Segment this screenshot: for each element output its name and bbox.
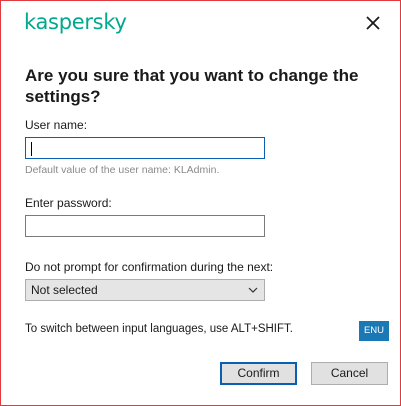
password-input[interactable]	[25, 215, 265, 237]
username-label: User name:	[25, 118, 88, 132]
confirm-button[interactable]: Confirm	[220, 362, 297, 385]
close-button[interactable]	[363, 13, 383, 33]
password-label: Enter password:	[25, 196, 112, 210]
username-hint: Default value of the user name: KLAdmin.	[25, 164, 220, 176]
username-input[interactable]	[25, 137, 265, 159]
prompt-label: Do not prompt for confirmation during th…	[25, 260, 274, 274]
cancel-button[interactable]: Cancel	[311, 362, 388, 385]
prompt-duration-value: Not selected	[31, 283, 98, 297]
prompt-duration-select[interactable]: Not selected	[25, 279, 265, 301]
language-indicator[interactable]: ENU	[359, 321, 389, 341]
dialog-window: kaspersky Are you sure that you want to …	[0, 0, 401, 406]
close-icon	[366, 16, 380, 30]
kaspersky-logo: kaspersky	[24, 10, 127, 34]
language-hint: To switch between input languages, use A…	[25, 323, 293, 335]
chevron-down-icon	[248, 287, 258, 293]
text-caret	[31, 142, 32, 156]
dialog-title: Are you sure that you want to change the…	[25, 66, 359, 106]
